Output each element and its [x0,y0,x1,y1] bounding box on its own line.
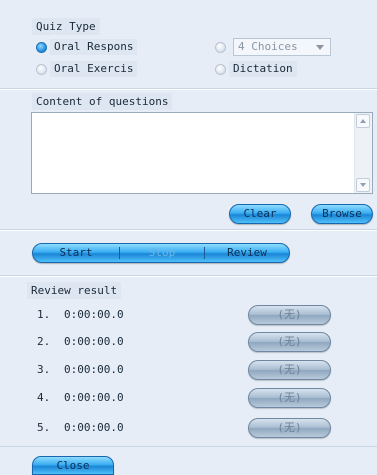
section-divider [0,89,377,90]
review-result-title: Review result [27,282,122,299]
radio-label-oral-exercis[interactable]: Oral Exercis [50,61,138,77]
playback-controls: Start Stop Review [32,243,290,263]
radio-choices[interactable] [215,42,226,53]
arrow-up-icon [360,119,366,123]
clear-button[interactable]: Clear [229,204,291,224]
scroll-up-button[interactable] [356,114,370,128]
questions-textarea[interactable] [31,112,373,194]
review-row-time: 0:00:00.0 [64,335,124,348]
radio-oral-respons[interactable] [36,42,47,53]
arrow-down-icon [360,183,366,187]
vertical-scrollbar[interactable] [354,113,372,193]
choices-select[interactable]: 4 Choices [233,38,331,56]
section-divider [0,446,377,447]
review-button[interactable]: Review [205,244,289,262]
review-row-number: 5. [37,421,51,434]
review-row-time: 0:00:00.0 [64,308,124,321]
review-row-number: 2. [37,335,51,348]
review-row-number: 1. [37,308,51,321]
browse-button[interactable]: Browse [311,204,373,224]
review-row-time: 0:00:00.0 [64,363,124,376]
review-row-time: 0:00:00.0 [64,421,124,434]
review-row-time: 0:00:00.0 [64,391,124,404]
review-play-button[interactable]: (无) [248,305,331,325]
choices-select-value: 4 Choices [238,40,298,53]
close-button[interactable]: Close [32,456,114,475]
section-divider [0,230,377,231]
review-play-button[interactable]: (无) [248,388,331,408]
review-play-button[interactable]: (无) [248,332,331,352]
radio-oral-exercis[interactable] [36,64,47,75]
review-row-number: 3. [37,363,51,376]
section-divider [0,276,377,277]
radio-label-oral-respons[interactable]: Oral Respons [50,39,138,55]
review-play-button[interactable]: (无) [248,418,331,438]
scroll-down-button[interactable] [356,178,370,192]
radio-label-dictation[interactable]: Dictation [229,61,297,77]
review-play-button[interactable]: (无) [248,360,331,380]
content-title: Content of questions [32,93,173,110]
review-row-number: 4. [37,391,51,404]
chevron-down-icon [316,45,324,50]
quiz-type-title: Quiz Type [32,18,100,35]
radio-dictation[interactable] [215,64,226,75]
start-button[interactable]: Start [33,244,119,262]
stop-button[interactable]: Stop [120,244,204,262]
